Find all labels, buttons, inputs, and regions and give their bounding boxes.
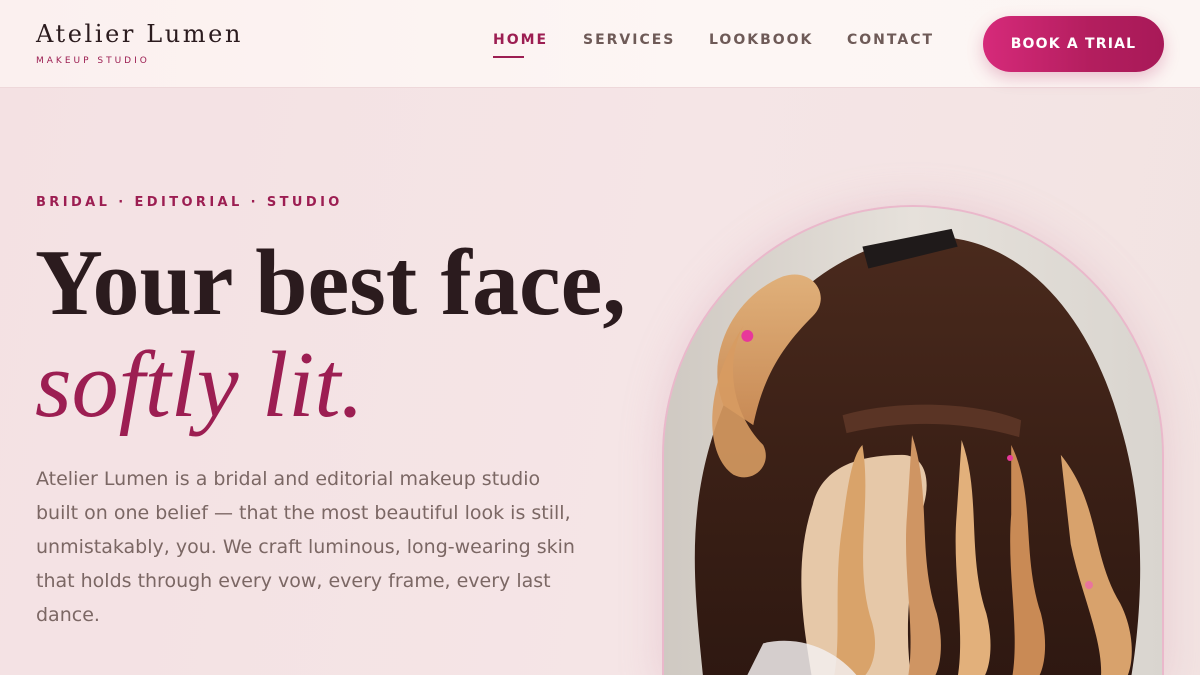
sparkle-dot-icon: [1007, 455, 1013, 461]
hero-eyebrow: BRIDAL · EDITORIAL · STUDIO: [36, 195, 343, 210]
site-header: Atelier Lumen MAKEUP STUDIO HOME SERVICE…: [0, 0, 1200, 88]
nav-item-contact[interactable]: CONTACT: [847, 32, 934, 48]
nav-item-lookbook[interactable]: LOOKBOOK: [709, 32, 813, 48]
hero-headline-line2: softly lit.: [35, 333, 364, 437]
hero-headline-line1: Your best face,: [35, 231, 626, 335]
nav-item-services[interactable]: SERVICES: [583, 32, 675, 48]
sparkle-dot-icon: [1085, 581, 1093, 589]
hero-lead-paragraph: Atelier Lumen is a bridal and editorial …: [36, 468, 575, 626]
hero-photo-illustration: [664, 207, 1162, 675]
brand-tagline: MAKEUP STUDIO: [36, 56, 150, 66]
nav-active-underline: [493, 56, 524, 58]
nav-item-home[interactable]: HOME: [493, 32, 548, 48]
book-trial-button[interactable]: BOOK A TRIAL: [983, 16, 1164, 72]
hero-photo: [662, 205, 1164, 675]
